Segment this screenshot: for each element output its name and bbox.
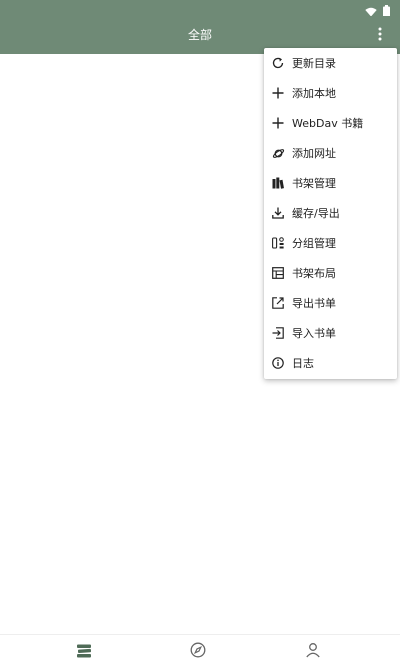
menu-item-label: 分组管理: [292, 237, 336, 250]
menu-item-export-booklist[interactable]: 导出书单: [264, 288, 397, 318]
download-icon: [271, 206, 285, 220]
menu-item-update-catalog[interactable]: 更新目录: [264, 48, 397, 78]
menu-item-webdav-books[interactable]: WebDav 书籍: [264, 108, 397, 138]
menu-item-add-url[interactable]: 添加网址: [264, 138, 397, 168]
menu-item-group-manage[interactable]: 分组管理: [264, 228, 397, 258]
planet-icon: [271, 146, 285, 160]
bookshelf-icon: [271, 176, 285, 190]
menu-item-label: 导入书单: [292, 327, 336, 340]
menu-item-add-local[interactable]: 添加本地: [264, 78, 397, 108]
nav-tab-explore[interactable]: [187, 641, 209, 663]
menu-item-log[interactable]: 日志: [264, 348, 397, 378]
export-icon: [271, 296, 285, 310]
layout-icon: [271, 266, 285, 280]
menu-item-label: 更新目录: [292, 57, 336, 70]
menu-item-import-booklist[interactable]: 导入书单: [264, 318, 397, 348]
overflow-menu: 更新目录 添加本地 WebDav 书籍 添加网址 书架管理 缓存/导出 分组管理…: [264, 48, 397, 379]
nav-tab-profile[interactable]: [302, 641, 324, 663]
menu-item-label: WebDav 书籍: [292, 117, 364, 130]
compass-icon: [190, 642, 206, 662]
person-icon: [305, 642, 321, 662]
menu-item-label: 添加本地: [292, 87, 336, 100]
more-options-button[interactable]: [370, 25, 390, 45]
menu-item-label: 书架管理: [292, 177, 336, 190]
nav-tab-bookshelf[interactable]: [73, 641, 95, 663]
bookshelf-tab-icon: [76, 643, 92, 662]
plus-icon: [271, 116, 285, 130]
menu-item-bookshelf-layout[interactable]: 书架布局: [264, 258, 397, 288]
menu-item-bookshelf-manage[interactable]: 书架管理: [264, 168, 397, 198]
import-icon: [271, 326, 285, 340]
menu-item-cache-export[interactable]: 缓存/导出: [264, 198, 397, 228]
refresh-icon: [271, 56, 285, 70]
menu-item-label: 缓存/导出: [292, 207, 340, 220]
bottom-navigation: [0, 634, 400, 667]
group-icon: [271, 236, 285, 250]
menu-item-label: 日志: [292, 357, 314, 370]
more-vert-icon: [378, 26, 382, 45]
plus-icon: [271, 86, 285, 100]
status-bar: [0, 0, 400, 17]
info-icon: [271, 356, 285, 370]
menu-item-label: 添加网址: [292, 147, 336, 160]
menu-item-label: 导出书单: [292, 297, 336, 310]
menu-item-label: 书架布局: [292, 267, 336, 280]
